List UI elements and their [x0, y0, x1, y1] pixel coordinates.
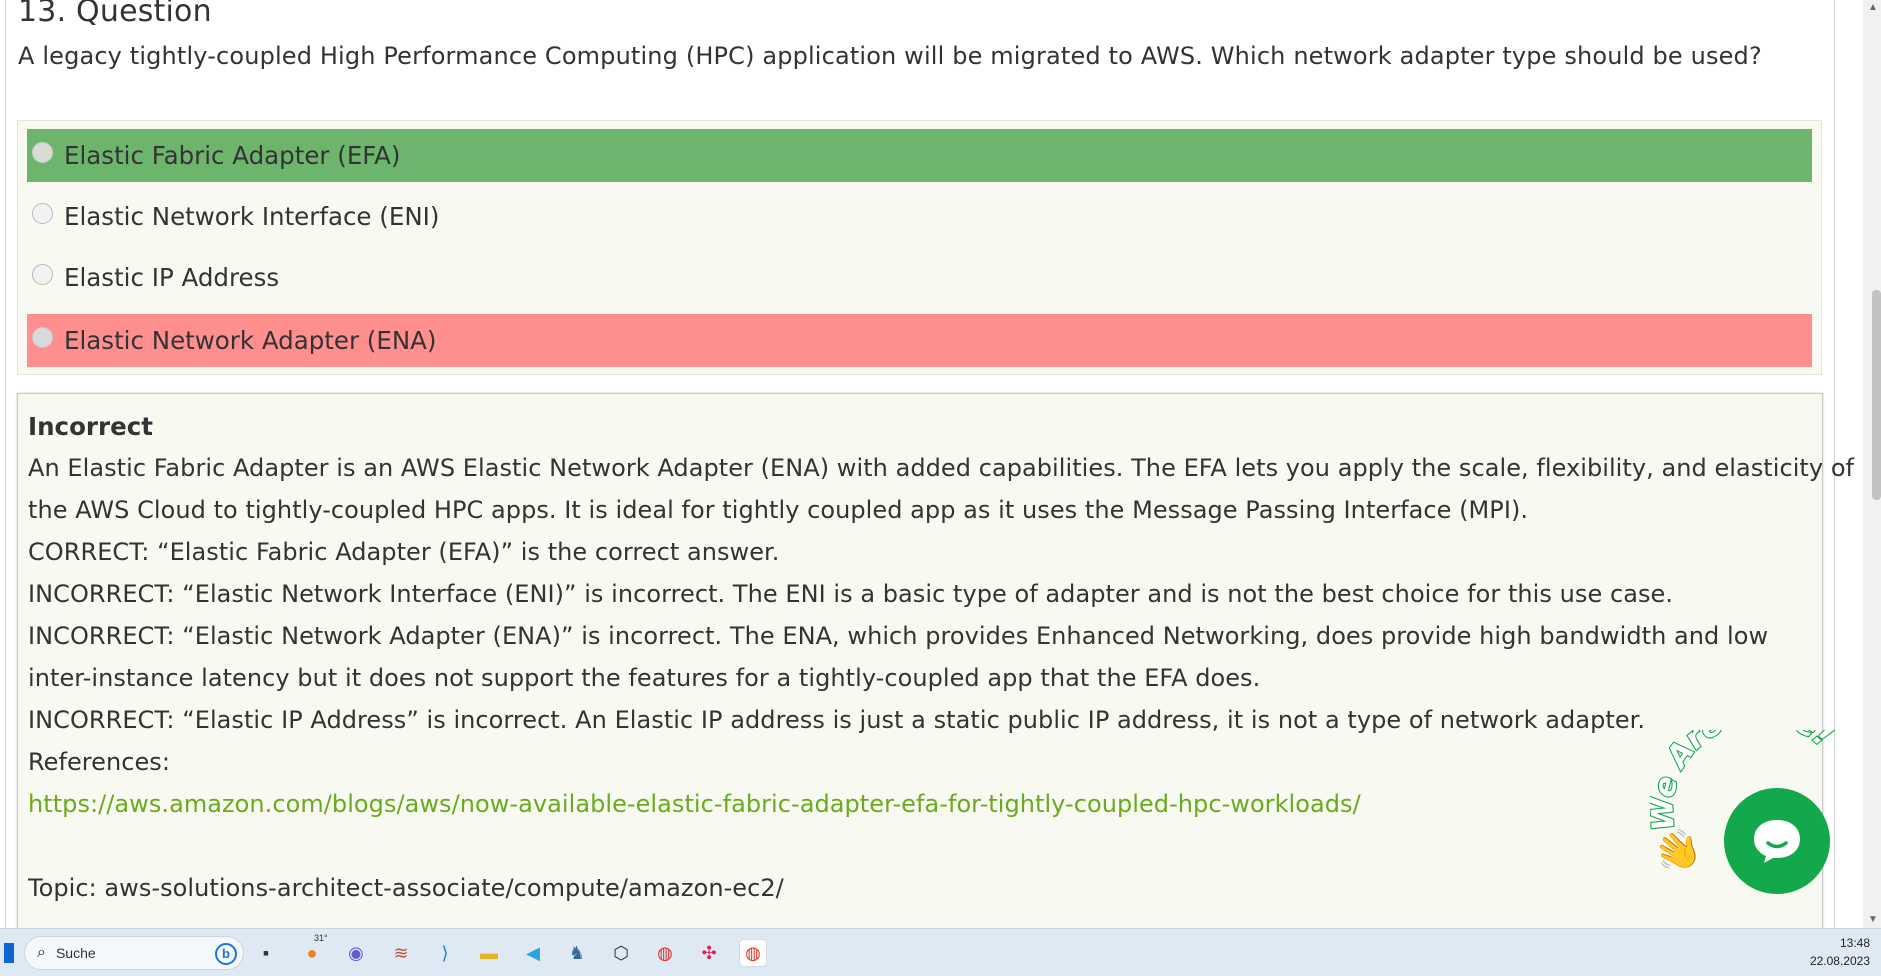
scroll-up-icon[interactable]: ▲	[1868, 2, 1878, 13]
radio-button[interactable]	[32, 327, 53, 348]
radio-button[interactable]	[32, 264, 53, 285]
explanation-line: CORRECT: “Elastic Fabric Adapter (EFA)” …	[28, 538, 780, 566]
explanation-line: INCORRECT: “Elastic Network Adapter (ENA…	[28, 622, 1769, 650]
answer-label: Elastic Network Adapter (ENA)	[64, 326, 437, 355]
taskbar-search-box[interactable]: ⌕ Suche b	[24, 936, 244, 970]
answer-list: Elastic Fabric Adapter (EFA) Elastic Net…	[17, 120, 1822, 375]
notes-icon[interactable]: ≋	[387, 939, 415, 967]
scroll-down-icon[interactable]: ▼	[1868, 914, 1878, 925]
search-icon: ⌕	[37, 944, 46, 961]
start-icon[interactable]	[4, 943, 14, 963]
task-view-icon[interactable]: ▪	[252, 939, 280, 967]
chat-icon	[1754, 820, 1800, 863]
radio-button[interactable]	[32, 203, 53, 224]
answer-option-eni[interactable]: Elastic Network Interface (ENI)	[27, 190, 1812, 243]
telegram-icon[interactable]: ◀	[519, 939, 547, 967]
answer-option-ena[interactable]: Elastic Network Adapter (ENA)	[27, 314, 1812, 367]
slack-icon[interactable]: ✣	[695, 939, 723, 967]
quiz-page: 13. Question A legacy tightly-coupled Hi…	[0, 0, 1854, 933]
virtualbox-icon[interactable]: ⬡	[607, 939, 635, 967]
question-title: 13. Question	[18, 0, 212, 29]
explanation-line: INCORRECT: “Elastic Network Interface (E…	[28, 580, 1673, 608]
weather-icon[interactable]: ● 31°	[298, 933, 328, 967]
file-explorer-icon[interactable]: ▬	[475, 939, 503, 967]
clock-date: 22.08.2023	[1809, 954, 1870, 968]
weather-badge: 31°	[314, 933, 328, 943]
explanation-line: An Elastic Fabric Adapter is an AWS Elas…	[28, 454, 1855, 482]
clock-time: 13:48	[1839, 936, 1870, 950]
topic-label: Topic: aws-solutions-architect-associate…	[28, 874, 784, 902]
explanation-line: inter-instance latency but it does not s…	[28, 664, 1261, 692]
chat-app-icon[interactable]: ◉	[342, 939, 370, 967]
answer-option-eip[interactable]: Elastic IP Address	[27, 251, 1812, 304]
chat-widget[interactable]: We Are Here! 👋	[1648, 730, 1850, 910]
chrome-icon[interactable]: ◍	[651, 939, 679, 967]
result-verdict: Incorrect	[28, 412, 153, 441]
scrollbar-thumb[interactable]	[1872, 290, 1881, 500]
vscode-icon[interactable]: ⟩	[431, 939, 459, 967]
postgres-icon[interactable]: ♞	[563, 939, 591, 967]
explanation-line: INCORRECT: “Elastic IP Address” is incor…	[28, 706, 1646, 734]
answer-option-efa[interactable]: Elastic Fabric Adapter (EFA)	[27, 129, 1812, 182]
radio-button[interactable]	[32, 142, 53, 163]
search-placeholder: Suche	[55, 945, 96, 961]
chat-open-button[interactable]	[1724, 788, 1830, 894]
answer-label: Elastic Network Interface (ENI)	[64, 202, 440, 231]
reference-link[interactable]: https://aws.amazon.com/blogs/aws/now-ava…	[28, 790, 1361, 818]
content-border-left	[5, 0, 6, 928]
answer-label: Elastic Fabric Adapter (EFA)	[64, 141, 401, 170]
references-label: References:	[28, 748, 170, 776]
windows-taskbar: ⌕ Suche b ▪ ● 31° ◉ ≋ ⟩ ▬ ◀ ♞ ⬡ ◍ ✣ ◍ 13…	[0, 928, 1881, 976]
chrome-active-icon[interactable]: ◍	[739, 939, 767, 967]
explanation-panel: Incorrect An Elastic Fabric Adapter is a…	[17, 393, 1854, 933]
question-text: A legacy tightly-coupled High Performanc…	[18, 42, 1762, 70]
taskbar-clock[interactable]: 13:48 22.08.2023	[1780, 934, 1870, 970]
bing-icon[interactable]: b	[215, 943, 237, 965]
answer-label: Elastic IP Address	[64, 263, 280, 292]
explanation-line: the AWS Cloud to tightly-coupled HPC app…	[28, 496, 1529, 524]
